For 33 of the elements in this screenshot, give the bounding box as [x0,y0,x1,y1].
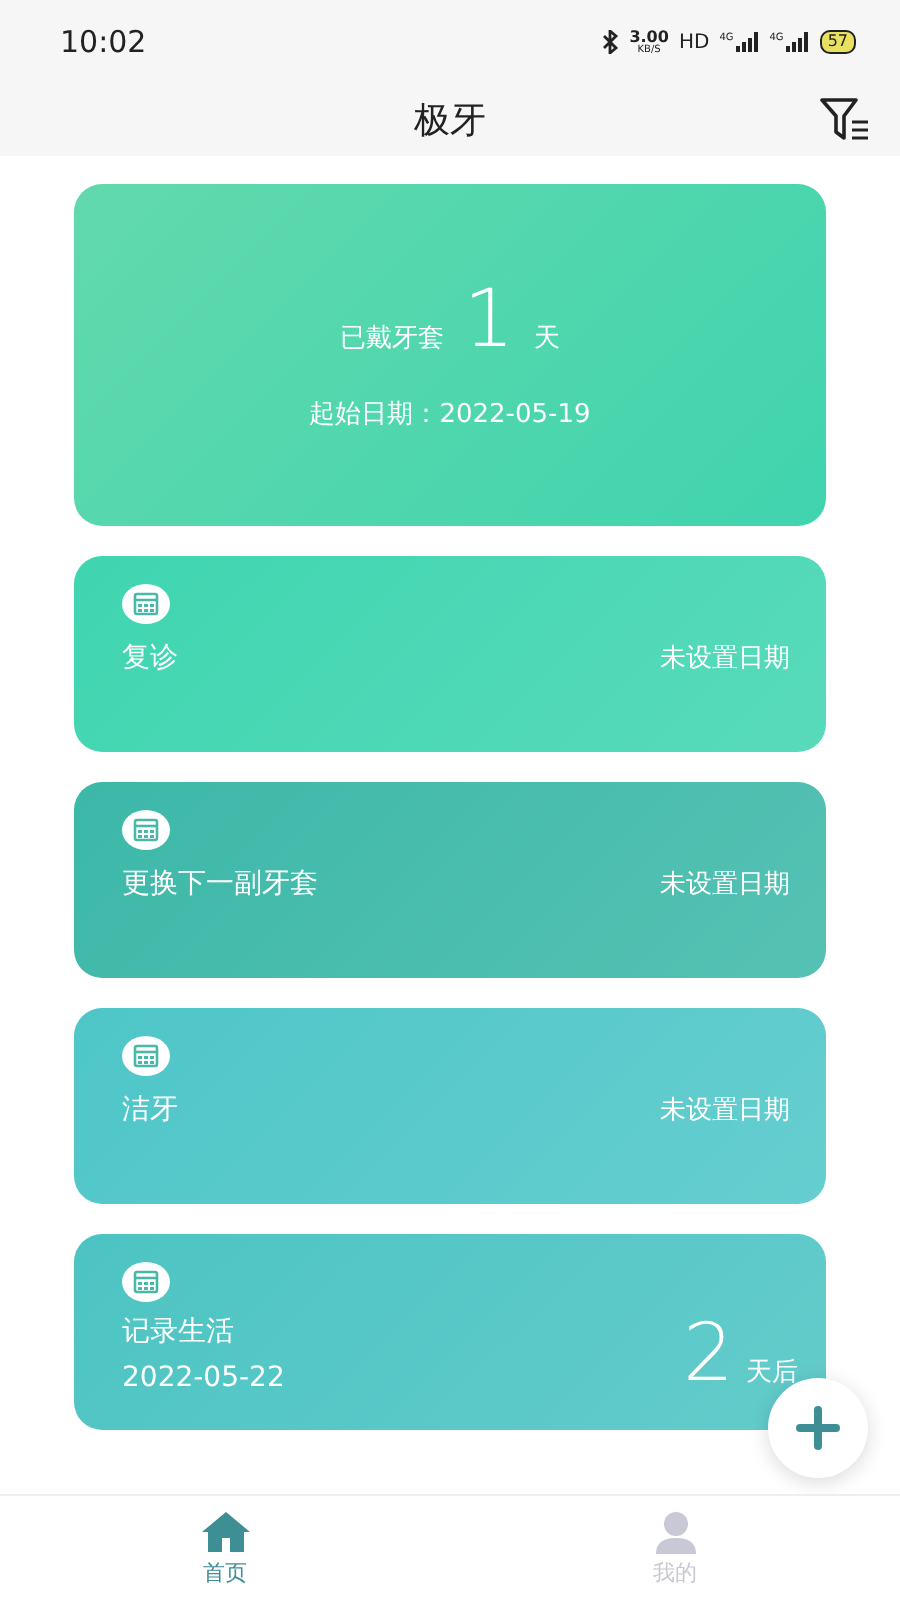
card-title: 更换下一副牙套 [122,866,318,902]
card-title: 记录生活 [122,1314,236,1350]
calendar-icon [122,1036,170,1076]
calendar-icon [122,1262,170,1302]
day-unit: 天 [534,321,561,355]
plus-icon [796,1406,840,1450]
date-status: 未设置日期 [660,868,790,902]
nav-tab[interactable]: 首页 [0,1496,450,1600]
worn-days: 1 [463,279,515,359]
day-count: 2 [683,1314,734,1394]
battery-level: 57 [819,30,856,54]
bluetooth-icon [599,30,620,54]
event-card[interactable]: 洁牙 未设置日期 [74,1008,826,1204]
card-title: 洁牙 [122,1092,178,1128]
countdown-card[interactable]: 记录生活 2022-05-22 2 天后 [74,1234,826,1430]
home-icon [199,1509,251,1553]
date-status: 未设置日期 [660,642,790,676]
app-title: 极牙 [414,98,486,144]
worn-label: 已戴牙套 [339,321,444,355]
filter-icon[interactable] [820,96,872,144]
event-card[interactable]: 复诊 未设置日期 [74,556,826,752]
event-card[interactable]: 更换下一副牙套 未设置日期 [74,782,826,978]
start-date: 起始日期：2022-05-19 [309,397,591,431]
person-icon [653,1509,697,1553]
card-date: 2022-05-22 [122,1362,285,1394]
days-label: 天后 [746,1356,798,1390]
calendar-icon [122,810,170,850]
date-status: 未设置日期 [660,1094,790,1128]
hd-label: HD [678,31,710,53]
network-speed: 3.00 [629,29,669,45]
status-time: 10:02 [60,24,147,60]
calendar-icon [122,584,170,624]
card-title: 复诊 [122,640,178,676]
